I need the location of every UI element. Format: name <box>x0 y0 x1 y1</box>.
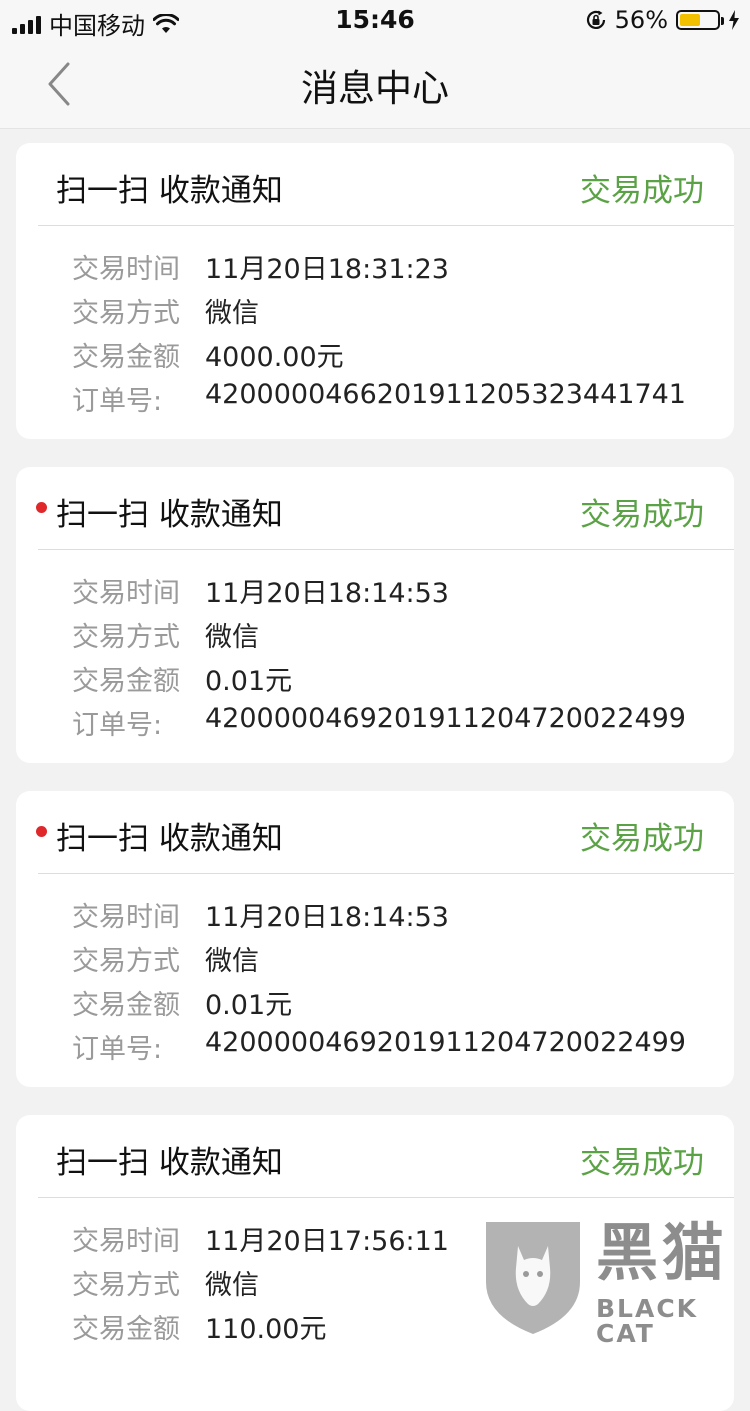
row-value: 4200000466201911205323441741 <box>205 379 686 410</box>
rotation-lock-icon <box>586 10 605 29</box>
row-label: 交易金额 <box>72 342 180 373</box>
detail-row-method: 交易方式 微信 <box>72 939 722 979</box>
detail-row-time: 交易时间 11月20日18:31:23 <box>72 247 722 287</box>
nav-bar: 消息中心 <box>0 40 750 129</box>
row-value: 微信 <box>205 1270 259 1301</box>
divider <box>38 549 734 550</box>
message-card[interactable]: 扫一扫 收款通知 交易成功 交易时间 11月20日18:31:23 交易方式 微… <box>16 143 734 439</box>
row-value: 0.01元 <box>205 666 293 697</box>
detail-row-method: 交易方式 微信 <box>72 291 722 331</box>
row-value: 110.00元 <box>205 1314 327 1345</box>
detail-row-method: 交易方式 微信 <box>72 615 722 655</box>
divider <box>38 873 734 874</box>
detail-row-amount: 交易金额 0.01元 <box>72 659 722 699</box>
detail-row-order: 订单号: 4200000469201911204720022499 <box>72 1027 722 1067</box>
card-title: 扫一扫 收款通知 <box>56 173 283 209</box>
row-label: 交易方式 <box>72 1270 180 1301</box>
detail-row-order: 订单号: 4200000469201911204720022499 <box>72 703 722 743</box>
detail-row-order: 订单号: 4200000466201911205323441741 <box>72 379 722 419</box>
row-value: 4200000469201911204720022499 <box>205 703 686 734</box>
battery-icon <box>676 10 724 30</box>
card-title: 扫一扫 收款通知 <box>56 1145 283 1181</box>
row-value: 微信 <box>205 298 259 329</box>
status-bar: 中国移动 15:46 56% <box>0 0 750 40</box>
row-value: 微信 <box>205 622 259 653</box>
detail-row-time: 交易时间 11月20日18:14:53 <box>72 571 722 611</box>
card-header: 扫一扫 收款通知 交易成功 <box>16 467 734 549</box>
row-value: 0.01元 <box>205 990 293 1021</box>
row-label: 交易时间 <box>72 902 180 933</box>
row-label: 订单号: <box>72 1034 163 1065</box>
row-value: 4200000469201911204720022499 <box>205 1027 686 1058</box>
detail-row-method: 交易方式 微信 <box>72 1263 722 1303</box>
row-label: 订单号: <box>72 386 163 417</box>
detail-row-time: 交易时间 11月20日17:56:11 <box>72 1219 722 1259</box>
status-label: 交易成功 <box>580 821 704 857</box>
message-card[interactable]: 扫一扫 收款通知 交易成功 交易时间 11月20日17:56:11 交易方式 微… <box>16 1115 734 1411</box>
row-label: 交易金额 <box>72 990 180 1021</box>
row-label: 交易时间 <box>72 578 180 609</box>
row-label: 交易方式 <box>72 622 180 653</box>
status-label: 交易成功 <box>580 173 704 209</box>
row-label: 交易金额 <box>72 1314 180 1345</box>
status-label: 交易成功 <box>580 1145 704 1181</box>
row-value: 11月20日18:31:23 <box>205 254 449 285</box>
status-label: 交易成功 <box>580 497 704 533</box>
card-header: 扫一扫 收款通知 交易成功 <box>16 1115 734 1197</box>
unread-dot <box>36 826 47 837</box>
battery-level <box>680 14 701 26</box>
row-value: 11月20日17:56:11 <box>205 1226 449 1257</box>
row-value: 微信 <box>205 946 259 977</box>
row-value: 11月20日18:14:53 <box>205 578 449 609</box>
row-label: 交易方式 <box>72 298 180 329</box>
detail-row-amount: 交易金额 110.00元 <box>72 1307 722 1347</box>
row-label: 交易金额 <box>72 666 180 697</box>
battery-cap <box>721 17 724 25</box>
row-label: 交易时间 <box>72 254 180 285</box>
page-title: 消息中心 <box>301 67 449 110</box>
row-value: 11月20日18:14:53 <box>205 902 449 933</box>
card-header: 扫一扫 收款通知 交易成功 <box>16 143 734 225</box>
status-bar-right: 56% <box>585 6 740 34</box>
battery-percent: 56% <box>614 6 668 34</box>
row-label: 订单号: <box>72 710 163 741</box>
row-value: 4000.00元 <box>205 342 344 373</box>
detail-row-amount: 交易金额 4000.00元 <box>72 335 722 375</box>
charging-bolt-icon <box>729 10 739 30</box>
row-label: 交易时间 <box>72 1226 180 1257</box>
card-header: 扫一扫 收款通知 交易成功 <box>16 791 734 873</box>
detail-row-amount: 交易金额 0.01元 <box>72 983 722 1023</box>
divider <box>38 1197 734 1198</box>
detail-row-time: 交易时间 11月20日18:14:53 <box>72 895 722 935</box>
unread-dot <box>36 502 47 513</box>
card-title: 扫一扫 收款通知 <box>56 821 283 857</box>
message-card[interactable]: 扫一扫 收款通知 交易成功 交易时间 11月20日18:14:53 交易方式 微… <box>16 467 734 763</box>
card-title: 扫一扫 收款通知 <box>56 497 283 533</box>
row-label: 交易方式 <box>72 946 180 977</box>
divider <box>38 225 734 226</box>
message-card[interactable]: 扫一扫 收款通知 交易成功 交易时间 11月20日18:14:53 交易方式 微… <box>16 791 734 1087</box>
